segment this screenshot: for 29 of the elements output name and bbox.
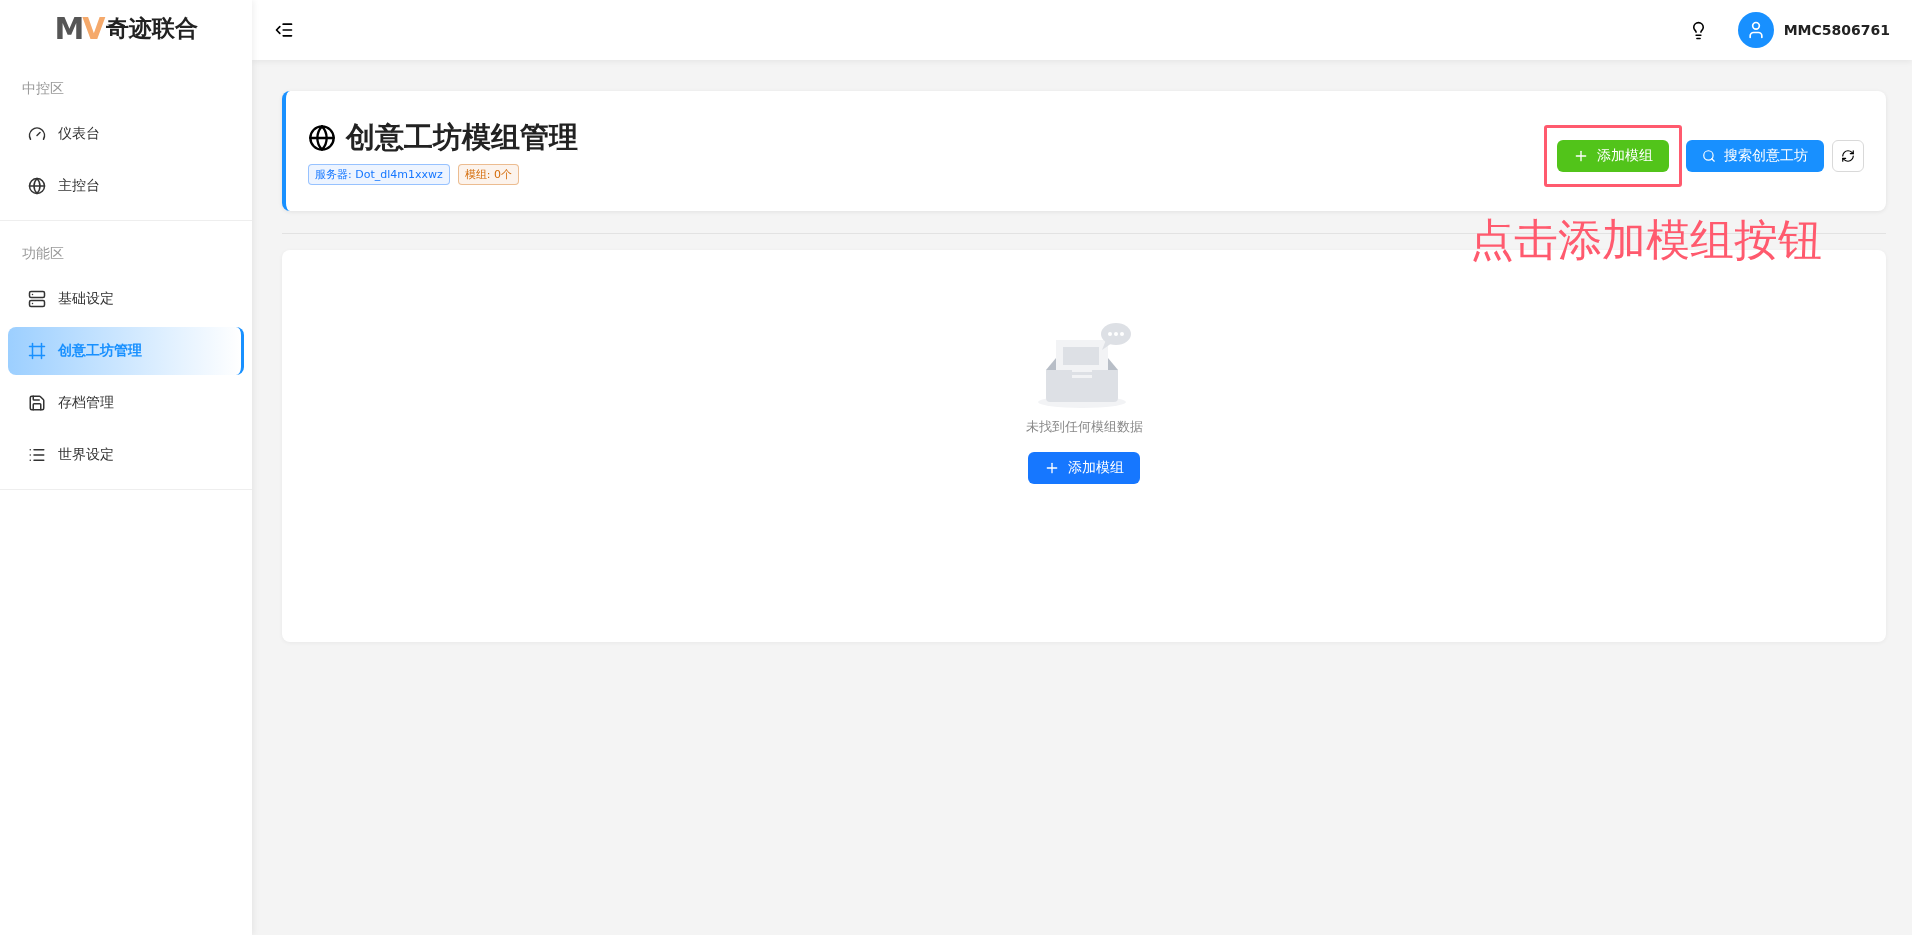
list-icon <box>28 446 46 464</box>
sidebar-item[interactable]: 基础设定 <box>8 275 244 323</box>
collapse-menu-icon[interactable] <box>274 20 294 40</box>
empty-message: 未找到任何模组数据 <box>1025 418 1143 436</box>
gauge-icon <box>28 125 46 143</box>
logo-mark: MV <box>54 10 104 46</box>
sidebar-item[interactable]: 存档管理 <box>8 379 244 427</box>
server-icon <box>28 290 46 308</box>
globe-icon <box>28 177 46 195</box>
sidebar-item[interactable]: 仪表台 <box>8 110 244 158</box>
info-tag: 服务器: Dot_dl4m1xxwz <box>308 163 450 185</box>
section-title: 中控区 <box>21 79 65 98</box>
annotation-text: 点击添加模组按钮 <box>1470 213 1822 263</box>
plus-icon <box>1573 148 1589 164</box>
refresh-button[interactable] <box>1832 140 1864 172</box>
page-title: 创意工坊模组管理 <box>346 118 578 156</box>
globe-icon <box>308 123 336 152</box>
sidebar-item[interactable]: 主控台 <box>8 162 244 210</box>
search-icon <box>1702 149 1716 163</box>
refresh-icon <box>1841 149 1855 163</box>
plus-icon <box>1044 460 1060 476</box>
user-name[interactable]: MMC5806761 <box>1783 22 1890 38</box>
add-mod-button[interactable]: 添加模组 <box>1028 452 1140 484</box>
sidebar-item[interactable]: 世界设定 <box>8 431 244 479</box>
info-tag: 模组: 0个 <box>457 163 519 185</box>
logo-name: 奇迹联合 <box>105 13 198 43</box>
frame-icon <box>28 342 46 360</box>
section-title: 功能区 <box>21 244 65 263</box>
user-avatar[interactable] <box>1737 12 1774 48</box>
